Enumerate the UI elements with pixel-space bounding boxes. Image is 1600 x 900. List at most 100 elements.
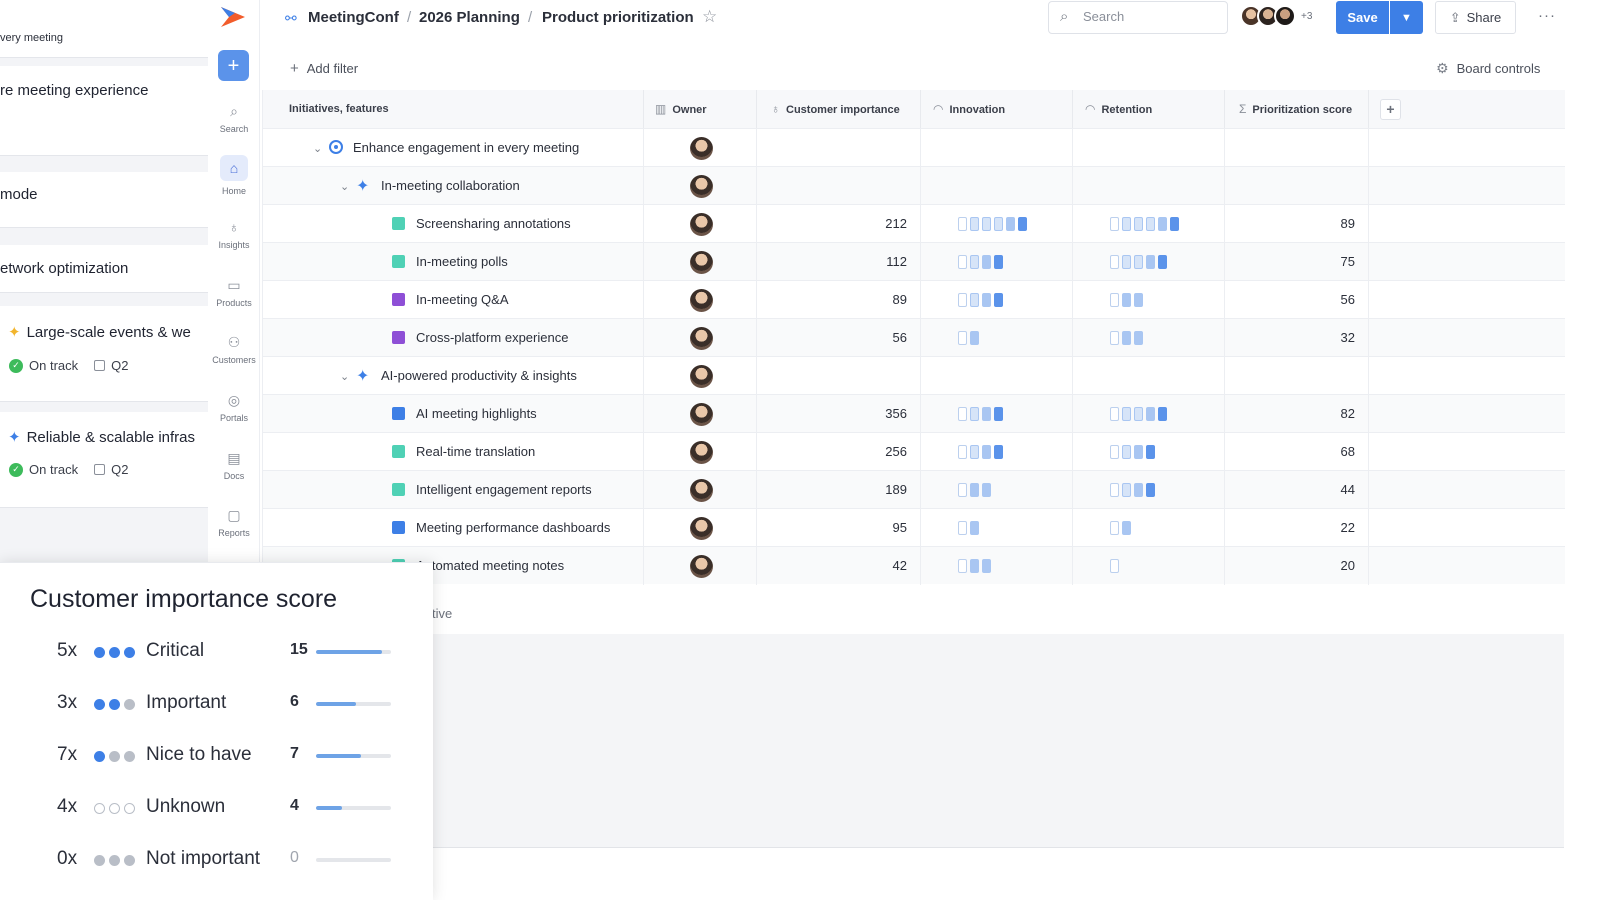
star-icon[interactable]: ☆ <box>702 7 717 27</box>
cell-owner[interactable] <box>644 129 757 167</box>
cell-retention[interactable] <box>1073 547 1225 585</box>
cell-retention[interactable] <box>1073 319 1225 357</box>
more-icon[interactable]: ··· <box>1538 7 1556 24</box>
table-row[interactable]: ⌄ Enhance engagement in every meeting <box>263 128 1565 167</box>
cell-name[interactable]: Screensharing annotations <box>263 205 644 243</box>
table-row[interactable]: Real-time translation 256 68 <box>263 432 1565 471</box>
search-box[interactable]: ⌕ <box>1048 1 1228 34</box>
collaborators[interactable]: +3 <box>1240 5 1320 31</box>
cell-customer-importance[interactable]: 189 <box>757 471 921 509</box>
table-row[interactable]: Automated meeting notes 42 20 <box>263 546 1565 585</box>
cell-owner[interactable] <box>644 319 757 357</box>
cell-retention[interactable] <box>1073 243 1225 281</box>
table-row[interactable]: In-meeting polls 112 75 <box>263 242 1565 281</box>
breadcrumb-folder[interactable]: 2026 Planning <box>419 9 520 26</box>
cell-owner[interactable] <box>644 433 757 471</box>
cell-customer-importance[interactable]: 256 <box>757 433 921 471</box>
cell-customer-importance[interactable]: 95 <box>757 509 921 547</box>
nav-item-docs[interactable]: ▤ Docs <box>208 450 260 481</box>
nav-item-portals[interactable]: ◎ Portals <box>208 392 260 423</box>
add-filter-button[interactable]: + Add filter <box>290 60 358 77</box>
cell-retention[interactable] <box>1073 281 1225 319</box>
chevron-down-icon[interactable]: ⌄ <box>313 130 329 167</box>
cell-name[interactable]: ⌄ ✦ In-meeting collaboration <box>263 167 644 205</box>
column-header-retention[interactable]: ◠ Retention <box>1073 90 1225 128</box>
cell-customer-importance[interactable]: 42 <box>757 547 921 585</box>
cell-owner[interactable] <box>644 243 757 281</box>
cell-owner[interactable] <box>644 205 757 243</box>
roadmap-card[interactable]: ✦ Reliable & scalable infras ✓ On track Q… <box>0 412 208 508</box>
table-row[interactable]: Intelligent engagement reports 189 44 <box>263 470 1565 509</box>
cell-customer-importance[interactable]: 212 <box>757 205 921 243</box>
roadmap-card[interactable]: re meeting experience <box>0 66 208 156</box>
chevron-down-icon[interactable]: ⌄ <box>340 358 356 395</box>
nav-item-home[interactable]: ⌂ Home <box>208 155 260 196</box>
cell-retention[interactable] <box>1073 433 1225 471</box>
cell-name[interactable]: Real-time translation <box>263 433 644 471</box>
save-button[interactable]: Save <box>1336 1 1389 34</box>
cell-customer-importance[interactable] <box>757 129 921 167</box>
save-options-button[interactable]: ▼ <box>1390 1 1423 34</box>
add-row-area[interactable]: tive <box>432 596 1564 634</box>
table-row[interactable]: Meeting performance dashboards 95 22 <box>263 508 1565 547</box>
cell-owner[interactable] <box>644 357 757 395</box>
roadmap-card[interactable]: very meeting <box>0 0 208 58</box>
cell-retention[interactable] <box>1073 509 1225 547</box>
cell-owner[interactable] <box>644 281 757 319</box>
table-row[interactable]: In-meeting Q&A 89 56 <box>263 280 1565 319</box>
cell-name[interactable]: In-meeting polls <box>263 243 644 281</box>
cell-retention[interactable] <box>1073 205 1225 243</box>
cell-customer-importance[interactable] <box>757 167 921 205</box>
cell-customer-importance[interactable]: 56 <box>757 319 921 357</box>
importance-level-row[interactable]: 3x Important 6 <box>0 687 433 727</box>
table-row[interactable]: ⌄ ✦ AI-powered productivity & insights <box>263 356 1565 395</box>
search-input[interactable] <box>1083 9 1213 24</box>
cell-name[interactable]: ⌄ Enhance engagement in every meeting <box>263 129 644 167</box>
importance-level-row[interactable]: 4x Unknown 4 <box>0 791 433 831</box>
cell-innovation[interactable] <box>921 167 1073 205</box>
cell-innovation[interactable] <box>921 281 1073 319</box>
share-button[interactable]: ⇪ Share <box>1435 1 1516 34</box>
cell-owner[interactable] <box>644 395 757 433</box>
cell-retention[interactable] <box>1073 129 1225 167</box>
chevron-down-icon[interactable]: ⌄ <box>340 168 356 205</box>
cell-customer-importance[interactable]: 89 <box>757 281 921 319</box>
roadmap-card[interactable]: ✦ Large-scale events & we ✓ On track Q2 <box>0 306 208 402</box>
cell-name[interactable]: ⌄ ✦ AI-powered productivity & insights <box>263 357 644 395</box>
roadmap-card[interactable]: etwork optimization <box>0 245 208 293</box>
cell-innovation[interactable] <box>921 509 1073 547</box>
cell-innovation[interactable] <box>921 471 1073 509</box>
cell-name[interactable]: Cross-platform experience <box>263 319 644 357</box>
importance-level-row[interactable]: 7x Nice to have 7 <box>0 739 433 779</box>
nav-item-products[interactable]: ▭ Products <box>208 277 260 308</box>
cell-customer-importance[interactable] <box>757 357 921 395</box>
cell-innovation[interactable] <box>921 357 1073 395</box>
column-header-owner[interactable]: ▥ Owner <box>644 90 757 128</box>
cell-innovation[interactable] <box>921 395 1073 433</box>
column-header-prioritization-score[interactable]: Σ Prioritization score <box>1225 90 1369 128</box>
table-row[interactable]: Screensharing annotations 212 89 <box>263 204 1565 243</box>
table-row[interactable]: Cross-platform experience 56 32 <box>263 318 1565 357</box>
cell-innovation[interactable] <box>921 243 1073 281</box>
cell-name[interactable]: Meeting performance dashboards <box>263 509 644 547</box>
column-header-innovation[interactable]: ◠ Innovation <box>921 90 1073 128</box>
cell-owner[interactable] <box>644 471 757 509</box>
importance-level-row[interactable]: 5x Critical 15 <box>0 635 433 675</box>
breadcrumb-workspace[interactable]: MeetingConf <box>308 9 399 26</box>
table-row[interactable]: AI meeting highlights 356 82 <box>263 394 1565 433</box>
cell-owner[interactable] <box>644 547 757 585</box>
nav-item-insights[interactable]: ♁ Insights <box>208 219 260 250</box>
cell-name[interactable]: AI meeting highlights <box>263 395 644 433</box>
importance-level-row[interactable]: 0x Not important 0 <box>0 843 433 883</box>
cell-owner[interactable] <box>644 167 757 205</box>
add-column-button[interactable]: + <box>1380 99 1401 120</box>
cell-retention[interactable] <box>1073 471 1225 509</box>
cell-customer-importance[interactable]: 356 <box>757 395 921 433</box>
cell-name[interactable]: In-meeting Q&A <box>263 281 644 319</box>
nav-item-reports[interactable]: ▢ Reports <box>208 507 260 538</box>
column-header-customer-importance[interactable]: ♁ Customer importance <box>757 90 921 128</box>
cell-innovation[interactable] <box>921 205 1073 243</box>
roadmap-card[interactable]: mode <box>0 172 208 228</box>
cell-innovation[interactable] <box>921 319 1073 357</box>
cell-innovation[interactable] <box>921 129 1073 167</box>
